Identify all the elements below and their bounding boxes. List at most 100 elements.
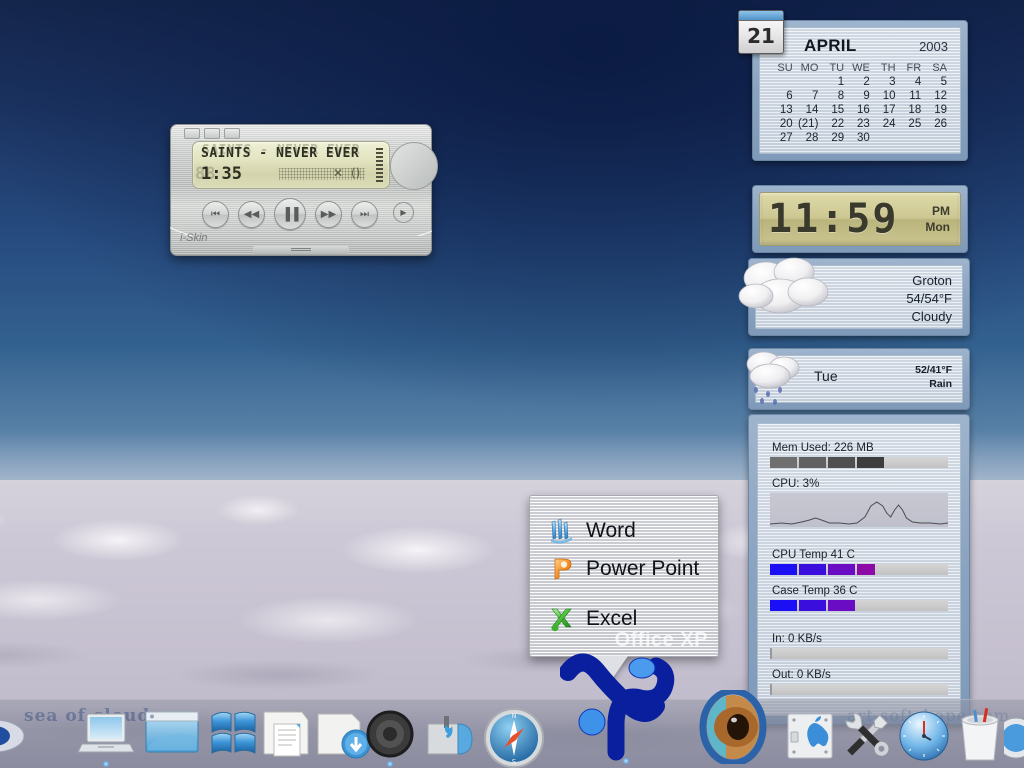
calendar-day[interactable]: 15 (821, 103, 847, 117)
calendar-day[interactable]: 25 (899, 117, 925, 131)
mem-used-label: Mem Used: 226 MB (772, 442, 874, 454)
calendar-day[interactable]: 10 (873, 89, 899, 103)
rewind-button[interactable]: ◀◀ (238, 200, 265, 228)
dock-item-trash[interactable] (952, 706, 1008, 764)
calendar-day[interactable] (770, 75, 796, 89)
calendar-grid: SU MO TU WE TH FR SA 1 2 3 4 5 6 7 8 9 1… (770, 61, 950, 145)
media-player-controls[interactable]: ⏮ ◀◀ ▐▐ ▶▶ ⏭ (202, 198, 378, 230)
dock[interactable]: sea of clouds art-softshape.com (0, 653, 1024, 768)
calendar-day[interactable]: 6 (770, 89, 796, 103)
dock-item-system-prefs[interactable] (784, 710, 836, 762)
calendar-day[interactable]: 1 (821, 75, 847, 89)
dock-item-eye-left[interactable] (0, 714, 32, 758)
previous-track-button[interactable]: ⏮ (202, 200, 229, 228)
calendar-day[interactable]: 29 (821, 131, 847, 145)
calendar-day[interactable]: 18 (899, 103, 925, 117)
calendar-day[interactable] (873, 131, 899, 145)
dock-item-mail[interactable] (420, 706, 480, 766)
dock-items[interactable]: N S (0, 653, 1024, 768)
cpu-temp-label: CPU Temp 41 C (772, 549, 855, 561)
calendar-day[interactable]: 12 (924, 89, 950, 103)
desktop: APRIL 2003 SU MO TU WE TH FR SA 1 2 3 4 … (0, 0, 1024, 768)
dock-item-clock[interactable] (898, 710, 950, 762)
dock-item-tools[interactable] (838, 706, 896, 764)
calendar-day[interactable]: 9 (847, 89, 873, 103)
calendar-widget[interactable]: APRIL 2003 SU MO TU WE TH FR SA 1 2 3 4 … (738, 10, 968, 161)
calendar-header: APRIL 2003 (770, 34, 950, 61)
volume-dial[interactable] (390, 142, 438, 190)
calendar-day[interactable]: 20 (770, 117, 796, 131)
calendar-day[interactable]: 23 (847, 117, 873, 131)
excel-icon (551, 608, 572, 632)
calendar-weekday-tu: TU (829, 62, 845, 74)
calendar-day[interactable] (899, 131, 925, 145)
clock-widget[interactable]: 11:59 PM Mon (752, 185, 968, 253)
close-button[interactable] (224, 128, 240, 139)
bar-segment (770, 564, 797, 575)
system-monitor-widget[interactable]: Mem Used: 226 MB CPU: 3% CPU Temp 41 C C… (748, 414, 970, 725)
calendar-day[interactable]: 22 (821, 117, 847, 131)
calendar-day[interactable]: 14 (796, 103, 822, 117)
calendar-day[interactable]: 2 (847, 75, 873, 89)
calendar-day[interactable]: 17 (873, 103, 899, 117)
office-xp-icon (559, 653, 675, 761)
calendar-day[interactable]: 13 (770, 103, 796, 117)
fast-forward-button[interactable]: ▶▶ (315, 200, 342, 228)
player-resize-grip[interactable] (253, 246, 349, 254)
calendar-day[interactable] (924, 131, 950, 145)
dock-item-edge[interactable] (995, 716, 1024, 760)
calendar-day[interactable]: 16 (847, 103, 873, 117)
equalizer-meter-icon (376, 148, 383, 182)
documents-icon (263, 711, 309, 757)
play-extra-button[interactable]: ▶ (393, 202, 414, 223)
weather-current-face: Groton 54/54°F Cloudy (755, 265, 963, 329)
minimize-button[interactable] (184, 128, 200, 139)
weather-forecast-widget[interactable]: Tue 52/41°F Rain (746, 348, 970, 410)
bar-segment (857, 564, 875, 575)
weather-current-widget[interactable]: Groton 54/54°F Cloudy (738, 257, 970, 336)
pause-button[interactable]: ▐▐ (274, 198, 306, 230)
calendar-week-row: 1 2 3 4 5 (770, 75, 950, 89)
dock-item-window[interactable] (142, 706, 202, 766)
cpu-usage-label: CPU: 3% (772, 478, 820, 490)
shuffle-off-icon[interactable]: ✕ (333, 166, 343, 180)
forecast-temps: 52/41°F (915, 364, 952, 376)
calendar-day[interactable]: 24 (873, 117, 899, 131)
calendar-day[interactable]: 27 (770, 131, 796, 145)
dock-item-safari[interactable]: N S (482, 706, 544, 768)
clock-icon (899, 711, 949, 761)
calendar-day[interactable]: 8 (821, 89, 847, 103)
calendar-day[interactable]: 3 (873, 75, 899, 89)
menu-item-word[interactable]: Word (530, 512, 718, 550)
dock-item-documents[interactable] (252, 706, 312, 766)
dock-item-eye[interactable] (696, 687, 770, 767)
media-player-window-buttons[interactable] (184, 128, 240, 139)
weather-temps: 54/54°F (906, 291, 952, 306)
calendar-day[interactable]: 19 (924, 103, 950, 117)
dock-item-speaker[interactable] (360, 706, 420, 767)
office-popup-menu[interactable]: Word Power Point Excel Office XP (529, 495, 719, 682)
calendar-day[interactable]: 11 (899, 89, 925, 103)
dock-item-office-xp[interactable] (559, 648, 690, 768)
calendar-day[interactable] (796, 75, 822, 89)
mailbox-icon (427, 716, 473, 755)
maximize-button[interactable] (204, 128, 220, 139)
calendar-weekday-sa: SA (932, 62, 947, 74)
calendar-weekday-su: SU (777, 62, 793, 74)
calendar-day[interactable]: 7 (796, 89, 822, 103)
calendar-day[interactable]: 26 (924, 117, 950, 131)
menu-item-powerpoint[interactable]: Power Point (530, 550, 718, 588)
calendar-day[interactable]: 4 (899, 75, 925, 89)
case-temp-label: Case Temp 36 C (772, 585, 858, 597)
calendar-day[interactable]: 30 (847, 131, 873, 145)
next-track-button[interactable]: ⏭ (351, 200, 378, 228)
calendar-day[interactable]: 5 (924, 75, 950, 89)
calendar-day-today[interactable]: (21) (796, 117, 822, 131)
clock-frame: 11:59 PM Mon (752, 185, 968, 253)
repeat-icon[interactable]: () (351, 166, 360, 180)
media-player-window[interactable]: SAINTS - NEVER EVER SAINTS - NEVER EVER … (170, 124, 438, 256)
menu-item-label: Power Point (586, 557, 700, 580)
calendar-day[interactable]: 28 (796, 131, 822, 145)
clock-lcd: 11:59 PM Mon (759, 192, 961, 246)
dock-item-laptop[interactable] (76, 706, 136, 767)
